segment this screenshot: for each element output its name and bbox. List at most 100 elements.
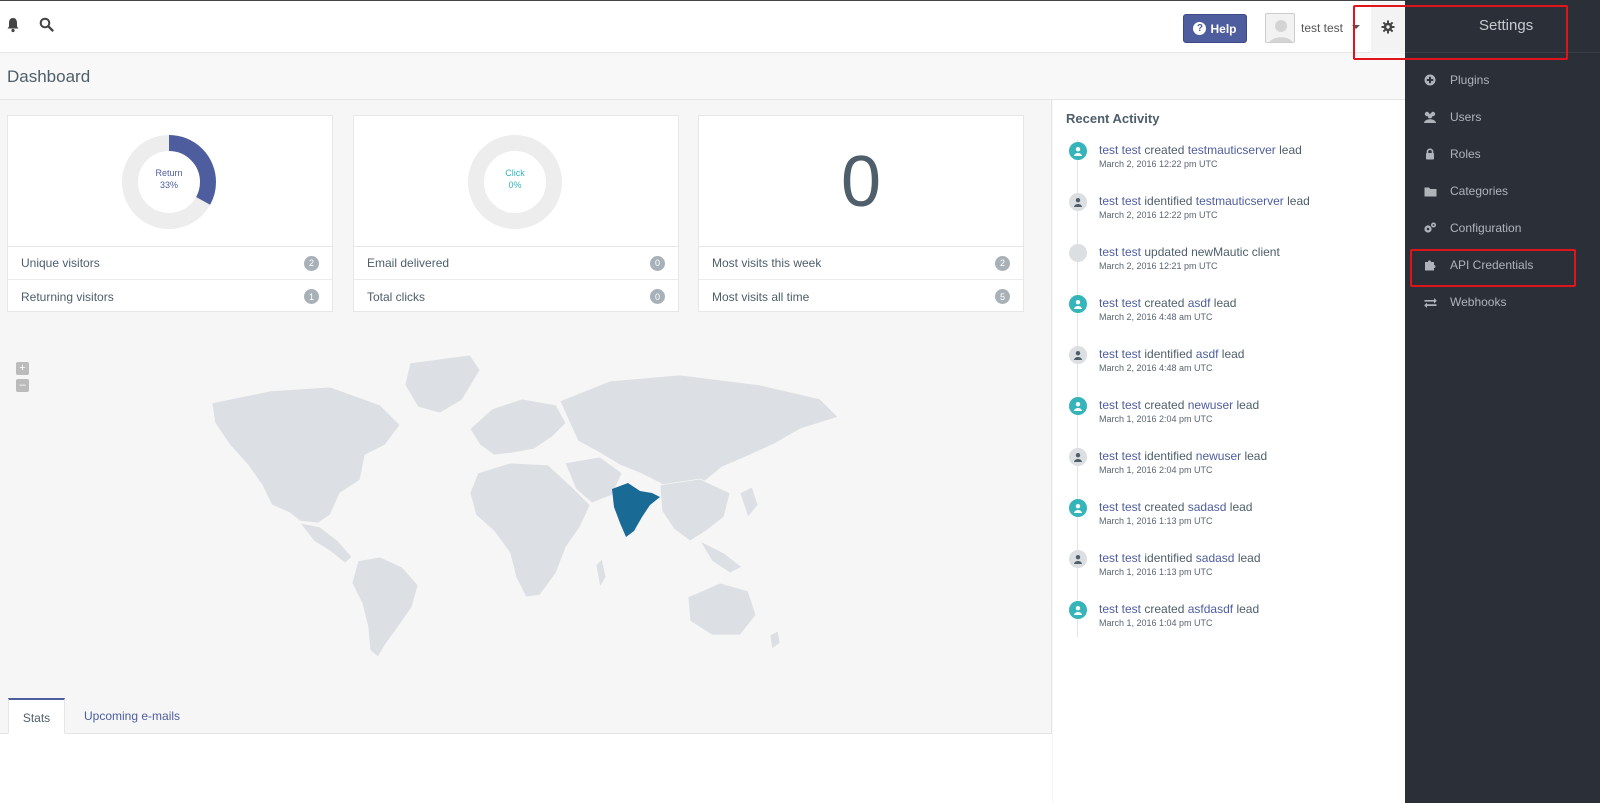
user-icon: [1069, 448, 1087, 466]
donut-label: Return 33%: [121, 167, 217, 191]
activity-action: created: [1144, 500, 1185, 514]
user-icon: [1069, 601, 1087, 619]
users-icon: [1423, 110, 1437, 124]
activity-lead-link[interactable]: asdf: [1188, 296, 1211, 310]
search-icon[interactable]: [39, 17, 59, 37]
settings-item-label: Configuration: [1450, 221, 1522, 235]
activity-item: test test created testmauticserver lead M…: [1053, 138, 1405, 184]
settings-item-api-credentials[interactable]: API Credentials: [1405, 247, 1600, 283]
activity-user-link[interactable]: test test: [1099, 602, 1141, 616]
activity-suffix: lead: [1236, 602, 1260, 616]
settings-item-label: Users: [1450, 110, 1482, 124]
activity-user-link[interactable]: test test: [1099, 449, 1141, 463]
donut-caption: Click: [505, 168, 525, 178]
activity-text: test test created asdf lead: [1099, 296, 1236, 310]
activity-item: test test created sadasd lead March 1, 20…: [1053, 495, 1405, 541]
activity-lead-link[interactable]: testmauticserver: [1188, 143, 1276, 157]
activity-user-link[interactable]: test test: [1099, 500, 1141, 514]
activity-suffix: lead: [1236, 398, 1260, 412]
stat-label: Most visits this week: [712, 256, 822, 270]
visits-card: 0 Most visits this week 2 Most visits al…: [698, 115, 1024, 312]
activity-user-link[interactable]: test test: [1099, 551, 1141, 565]
donut-value: 33%: [159, 180, 178, 190]
settings-item-categories[interactable]: Categories: [1405, 173, 1600, 209]
settings-item-roles[interactable]: Roles: [1405, 136, 1600, 172]
activity-text: test test created sadasd lead: [1099, 500, 1252, 514]
big-number: 0: [840, 142, 882, 222]
settings-item-users[interactable]: Users: [1405, 99, 1600, 135]
stat-label: Total clicks: [367, 289, 426, 304]
avatar[interactable]: [1265, 13, 1295, 43]
tab-upcoming-emails[interactable]: Upcoming e-mails: [68, 698, 196, 734]
activity-action: created: [1144, 296, 1185, 310]
activity-lead-link[interactable]: newuser: [1196, 449, 1241, 463]
dashboard-main: Return 33% Unique visitors 2 Returning v…: [0, 100, 1052, 803]
activity-item: test test created newuser lead March 1, 2…: [1053, 393, 1405, 439]
settings-item-plugins[interactable]: Plugins: [1405, 62, 1600, 98]
settings-item-configuration[interactable]: Configuration: [1405, 210, 1600, 246]
settings-item-label: Roles: [1450, 147, 1481, 161]
settings-item-label: Plugins: [1450, 73, 1490, 87]
donut-value: 0%: [508, 180, 522, 190]
stat-row: Email delivered 0: [354, 247, 678, 280]
activity-text: test test updated newMautic client: [1099, 245, 1280, 259]
count-badge: 1: [304, 289, 319, 304]
activity-item: test test identified asdf lead March 2, 2…: [1053, 342, 1405, 388]
activity-text: test test identified testmauticserver le…: [1099, 194, 1310, 208]
settings-title: Settings: [1479, 17, 1534, 34]
activity-timestamp: March 1, 2016 1:04 pm UTC: [1099, 618, 1213, 628]
page-header: Dashboard: [0, 54, 1405, 100]
activity-user-link[interactable]: test test: [1099, 347, 1141, 361]
activity-user-link[interactable]: test test: [1099, 296, 1141, 310]
gears-icon: [1423, 221, 1437, 235]
stat-label: Email delivered: [367, 256, 450, 270]
activity-timestamp: March 2, 2016 12:22 pm UTC: [1099, 159, 1218, 169]
dashboard-tabs: Stats Upcoming e-mails: [0, 698, 1052, 734]
settings-item-webhooks[interactable]: Webhooks: [1405, 284, 1600, 320]
activity-action: identified: [1144, 551, 1193, 565]
puzzle-icon: [1423, 258, 1437, 272]
stat-label: Returning visitors: [21, 289, 114, 304]
count-badge: 2: [304, 255, 319, 271]
recent-activity-panel: Recent Activity test test created testma…: [1053, 100, 1405, 803]
activity-user-link[interactable]: test test: [1099, 143, 1141, 157]
activity-user-link[interactable]: test test: [1099, 194, 1141, 208]
activity-lead-link[interactable]: asfdasdf: [1188, 602, 1233, 616]
plus-circle-icon: [1423, 73, 1437, 87]
activity-suffix: lead: [1237, 551, 1261, 565]
user-icon: [1069, 550, 1087, 568]
activity-lead-link[interactable]: sadasd: [1188, 500, 1227, 514]
settings-panel: Settings Plugins Users Roles Categories Conf…: [1405, 0, 1600, 803]
donut-caption: Return: [155, 168, 183, 178]
count-badge: 5: [995, 289, 1010, 304]
bell-icon[interactable]: [6, 17, 26, 37]
tab-stats[interactable]: Stats: [8, 698, 65, 734]
activity-suffix: lead: [1229, 500, 1253, 514]
activity-suffix: lead: [1244, 449, 1268, 463]
activity-user-link[interactable]: test test: [1099, 245, 1141, 259]
activity-lead-link[interactable]: testmauticserver: [1196, 194, 1284, 208]
activity-user-link[interactable]: test test: [1099, 398, 1141, 412]
folder-icon: [1423, 184, 1437, 198]
user-icon: [1069, 193, 1087, 211]
map-zoom-in-button[interactable]: +: [16, 362, 29, 375]
world-map[interactable]: + –: [0, 345, 1052, 675]
stat-row: Most visits this week 2: [699, 247, 1023, 280]
tab-panel: [0, 734, 1052, 803]
user-menu-name[interactable]: test test: [1301, 21, 1343, 35]
activity-item: test test identified testmauticserver le…: [1053, 189, 1405, 235]
card-chart-area: Click 0%: [354, 116, 678, 247]
activity-suffix: lead: [1279, 143, 1302, 157]
chevron-down-icon[interactable]: [1352, 25, 1360, 29]
settings-item-label: Categories: [1450, 184, 1509, 198]
help-button[interactable]: ? Help: [1183, 14, 1247, 43]
activity-lead-link[interactable]: sadasd: [1196, 551, 1235, 565]
map-zoom-out-button[interactable]: –: [16, 379, 29, 392]
map-region-india[interactable]: [612, 483, 660, 537]
help-label: Help: [1210, 21, 1237, 36]
activity-timestamp: March 2, 2016 4:48 am UTC: [1099, 363, 1213, 373]
activity-lead-link[interactable]: asdf: [1196, 347, 1219, 361]
settings-toggle-button[interactable]: [1371, 2, 1405, 54]
count-badge: 0: [650, 289, 665, 304]
activity-lead-link[interactable]: newuser: [1188, 398, 1233, 412]
